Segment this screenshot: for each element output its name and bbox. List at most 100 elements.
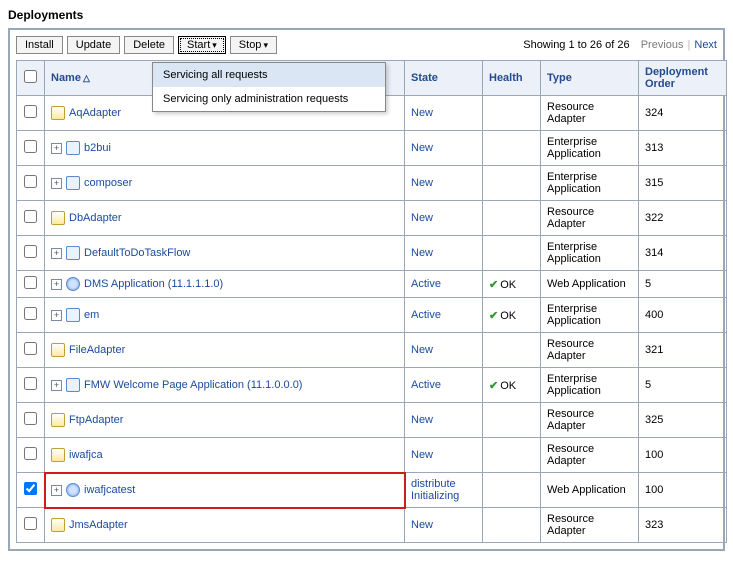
expand-icon[interactable]: + xyxy=(51,279,62,290)
row-name-cell: JmsAdapter xyxy=(45,508,405,543)
row-state: New xyxy=(405,166,483,201)
row-checkbox[interactable] xyxy=(24,377,37,390)
select-all-header[interactable] xyxy=(17,61,45,96)
install-button[interactable]: Install xyxy=(16,36,63,54)
state-link[interactable]: Active xyxy=(411,309,441,321)
deployment-link[interactable]: DbAdapter xyxy=(69,212,122,224)
row-state: Active xyxy=(405,298,483,333)
resource-adapter-icon xyxy=(51,448,65,462)
column-type[interactable]: Type xyxy=(541,61,639,96)
deployment-link[interactable]: DefaultToDoTaskFlow xyxy=(84,247,190,259)
state-link[interactable]: New xyxy=(411,449,433,461)
deployment-link[interactable]: FtpAdapter xyxy=(69,414,123,426)
chevron-down-icon: ▾ xyxy=(212,40,217,50)
row-health xyxy=(483,473,541,508)
row-type: Enterprise Application xyxy=(541,236,639,271)
deployment-link[interactable]: composer xyxy=(84,177,132,189)
row-checkbox-cell xyxy=(17,508,45,543)
row-checkbox-cell xyxy=(17,333,45,368)
enterprise-app-icon xyxy=(66,176,80,190)
deployment-link[interactable]: FMW Welcome Page Application (11.1.0.0.0… xyxy=(84,379,302,391)
deployment-link[interactable]: iwafjcatest xyxy=(84,484,135,496)
row-checkbox[interactable] xyxy=(24,342,37,355)
row-name-cell: + composer xyxy=(45,166,405,201)
row-state: distribute Initializing xyxy=(405,473,483,508)
row-checkbox-cell xyxy=(17,201,45,236)
column-health[interactable]: Health xyxy=(483,61,541,96)
deployment-link[interactable]: DMS Application (11.1.1.1.0) xyxy=(84,278,223,290)
health-ok-label: OK xyxy=(500,279,516,291)
state-link[interactable]: New xyxy=(411,212,433,224)
table-row: FtpAdapterNewResource Adapter325 xyxy=(17,403,727,438)
row-state: New xyxy=(405,201,483,236)
row-checkbox[interactable] xyxy=(24,105,37,118)
row-checkbox[interactable] xyxy=(24,447,37,460)
row-type: Resource Adapter xyxy=(541,96,639,131)
row-checkbox-cell xyxy=(17,473,45,508)
table-row: iwafjcaNewResource Adapter100 xyxy=(17,438,727,473)
state-link[interactable]: New xyxy=(411,107,433,119)
expand-icon[interactable]: + xyxy=(51,248,62,259)
state-link[interactable]: New xyxy=(411,142,433,154)
state-link[interactable]: New xyxy=(411,519,433,531)
row-type: Web Application xyxy=(541,473,639,508)
start-button[interactable]: Start▾ xyxy=(178,36,226,54)
expand-icon[interactable]: + xyxy=(51,380,62,391)
expand-icon[interactable]: + xyxy=(51,485,62,496)
menu-item-servicing-admin[interactable]: Servicing only administration requests xyxy=(153,87,385,111)
state-link[interactable]: New xyxy=(411,344,433,356)
state-link[interactable]: Active xyxy=(411,278,441,290)
row-order: 314 xyxy=(639,236,727,271)
row-checkbox[interactable] xyxy=(24,412,37,425)
deployment-link[interactable]: FileAdapter xyxy=(69,344,125,356)
resource-adapter-icon xyxy=(51,106,65,120)
row-health: ✔OK xyxy=(483,368,541,403)
deployment-link[interactable]: em xyxy=(84,309,99,321)
expand-icon[interactable]: + xyxy=(51,310,62,321)
row-checkbox[interactable] xyxy=(24,210,37,223)
row-health xyxy=(483,96,541,131)
row-state: New xyxy=(405,508,483,543)
row-checkbox[interactable] xyxy=(24,307,37,320)
pager-previous: Previous xyxy=(641,39,684,51)
row-type: Web Application xyxy=(541,271,639,298)
row-state: New xyxy=(405,131,483,166)
column-order[interactable]: Deployment Order xyxy=(639,61,727,96)
chevron-down-icon: ▾ xyxy=(263,40,268,50)
row-name-cell: + iwafjcatest xyxy=(45,473,405,508)
delete-button[interactable]: Delete xyxy=(124,36,174,54)
select-all-checkbox[interactable] xyxy=(24,70,37,83)
state-link[interactable]: New xyxy=(411,414,433,426)
deployment-link[interactable]: iwafjca xyxy=(69,449,103,461)
deployment-link[interactable]: JmsAdapter xyxy=(69,519,128,531)
table-row: + DefaultToDoTaskFlow New Enterprise Applic… xyxy=(17,236,727,271)
row-checkbox[interactable] xyxy=(24,245,37,258)
row-name-cell: iwafjca xyxy=(45,438,405,473)
row-health: ✔OK xyxy=(483,271,541,298)
state-link[interactable]: New xyxy=(411,247,433,259)
expand-icon[interactable]: + xyxy=(51,178,62,189)
pager-next[interactable]: Next xyxy=(694,39,717,51)
row-checkbox[interactable] xyxy=(24,482,37,495)
state-link[interactable]: distribute Initializing xyxy=(411,478,459,502)
deployment-link[interactable]: b2bui xyxy=(84,142,111,154)
row-type: Enterprise Application xyxy=(541,368,639,403)
deployment-link[interactable]: AqAdapter xyxy=(69,107,121,119)
row-order: 322 xyxy=(639,201,727,236)
row-checkbox[interactable] xyxy=(24,276,37,289)
row-order: 313 xyxy=(639,131,727,166)
menu-item-servicing-all[interactable]: Servicing all requests xyxy=(153,63,385,87)
state-link[interactable]: New xyxy=(411,177,433,189)
state-link[interactable]: Active xyxy=(411,379,441,391)
stop-button[interactable]: Stop▾ xyxy=(230,36,277,54)
row-checkbox-cell xyxy=(17,131,45,166)
column-state[interactable]: State xyxy=(405,61,483,96)
row-checkbox[interactable] xyxy=(24,175,37,188)
enterprise-app-icon xyxy=(66,308,80,322)
row-checkbox[interactable] xyxy=(24,517,37,530)
row-checkbox-cell xyxy=(17,298,45,333)
expand-icon[interactable]: + xyxy=(51,143,62,154)
row-checkbox[interactable] xyxy=(24,140,37,153)
row-checkbox-cell xyxy=(17,403,45,438)
update-button[interactable]: Update xyxy=(67,36,120,54)
